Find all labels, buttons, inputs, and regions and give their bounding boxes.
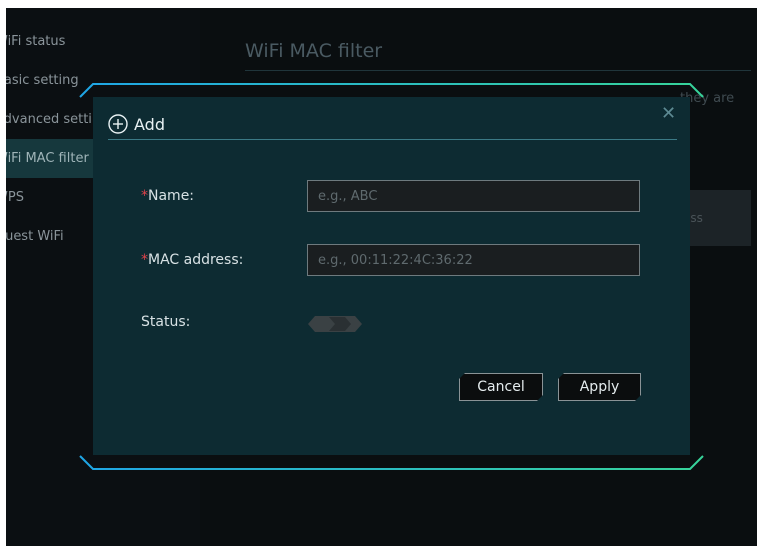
close-icon[interactable]: ✕ [661,103,676,124]
mac-address-input[interactable] [307,244,640,276]
name-input[interactable] [307,180,640,212]
status-label: Status: [141,314,191,330]
mac-address-label-text: MAC address: [148,252,244,268]
status-toggle[interactable] [307,315,363,337]
dialog-title: Add [134,114,165,134]
dialog-divider [108,139,677,140]
plus-circle-icon [108,114,128,134]
cancel-button[interactable]: Cancel [459,373,543,401]
required-marker: * [141,252,148,268]
mac-address-label: *MAC address: [141,252,243,268]
dialog-header: Add [108,111,165,137]
apply-button[interactable]: Apply [558,373,641,401]
toggle-off-icon [308,316,362,332]
add-dialog: Add ✕ *Name: *MAC address: Status: Cance… [93,97,690,455]
name-label: *Name: [141,188,194,204]
required-marker: * [141,188,148,204]
name-label-text: Name: [148,188,195,204]
